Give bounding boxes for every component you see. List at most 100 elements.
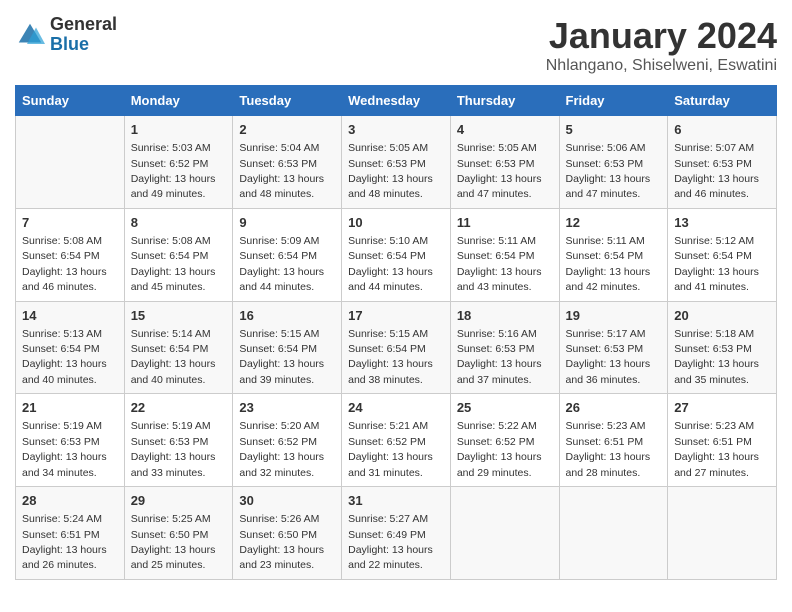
cell-detail: and 28 minutes. — [566, 467, 641, 479]
cell-detail: Daylight: 13 hours — [566, 358, 651, 370]
cell-detail: and 29 minutes. — [457, 467, 532, 479]
header-day-wednesday: Wednesday — [342, 86, 451, 116]
cell-detail: and 39 minutes. — [239, 374, 314, 386]
title-block: January 2024 Nhlangano, Shiselweni, Eswa… — [546, 15, 777, 75]
calendar-cell: 10Sunrise: 5:10 AMSunset: 6:54 PMDayligh… — [342, 208, 451, 301]
calendar-cell: 2 Sunrise: 5:04 AM Sunset: 6:53 PM Daylight… — [233, 116, 342, 209]
cell-detail: Daylight: 13 hours — [348, 266, 433, 278]
cell-detail: Sunset: 6:54 PM — [22, 250, 100, 262]
cell-detail: Sunset: 6:53 PM — [457, 158, 535, 170]
calendar-cell: 11Sunrise: 5:11 AMSunset: 6:54 PMDayligh… — [450, 208, 559, 301]
cell-detail: Sunset: 6:53 PM — [674, 158, 752, 170]
calendar-cell: 18Sunrise: 5:16 AMSunset: 6:53 PMDayligh… — [450, 301, 559, 394]
day-number: 28 — [22, 492, 118, 510]
cell-detail: Sunrise: 5:08 AM — [22, 235, 102, 247]
cell-detail: Sunrise: 5:22 AM — [457, 420, 537, 432]
cell-detail: Sunset: 6:53 PM — [239, 158, 317, 170]
cell-detail: Daylight: 13 hours — [457, 451, 542, 463]
calendar-cell: 31Sunrise: 5:27 AMSunset: 6:49 PMDayligh… — [342, 487, 451, 580]
calendar-cell: 9Sunrise: 5:09 AMSunset: 6:54 PMDaylight… — [233, 208, 342, 301]
calendar-cell: 27Sunrise: 5:23 AMSunset: 6:51 PMDayligh… — [668, 394, 777, 487]
day-number: 11 — [457, 214, 553, 232]
cell-detail: Sunset: 6:54 PM — [131, 250, 209, 262]
calendar-title: January 2024 — [546, 15, 777, 57]
header-day-sunday: Sunday — [16, 86, 125, 116]
calendar-cell: 30Sunrise: 5:26 AMSunset: 6:50 PMDayligh… — [233, 487, 342, 580]
calendar-header-row: SundayMondayTuesdayWednesdayThursdayFrid… — [16, 86, 777, 116]
cell-detail: and 27 minutes. — [674, 467, 749, 479]
cell-detail: Daylight: 13 hours — [131, 358, 216, 370]
cell-detail: Daylight: 13 hours — [22, 544, 107, 556]
cell-detail: Sunrise: 5:05 AM — [348, 142, 428, 154]
calendar-week-1: 1Sunrise: 5:03 AMSunset: 6:52 PMDaylight… — [16, 116, 777, 209]
day-number: 27 — [674, 399, 770, 417]
cell-detail: and 22 minutes. — [348, 559, 423, 571]
cell-detail: and 23 minutes. — [239, 559, 314, 571]
cell-detail: and 33 minutes. — [131, 467, 206, 479]
cell-detail: Sunrise: 5:10 AM — [348, 235, 428, 247]
cell-detail: Sunrise: 5:04 AM — [239, 142, 319, 154]
calendar-table: SundayMondayTuesdayWednesdayThursdayFrid… — [15, 85, 777, 580]
cell-detail: and 46 minutes. — [674, 188, 749, 200]
cell-detail: Daylight: 13 hours — [131, 266, 216, 278]
cell-detail: and 25 minutes. — [131, 559, 206, 571]
cell-detail: Sunset: 6:53 PM — [131, 436, 209, 448]
cell-detail: and 40 minutes. — [22, 374, 97, 386]
cell-detail: Sunset: 6:53 PM — [348, 158, 426, 170]
cell-detail: and 35 minutes. — [674, 374, 749, 386]
cell-detail: Daylight: 13 hours — [674, 266, 759, 278]
cell-detail: and 41 minutes. — [674, 281, 749, 293]
cell-detail: Sunset: 6:54 PM — [239, 250, 317, 262]
day-number: 2 — [239, 121, 335, 139]
cell-detail: and 48 minutes. — [348, 188, 423, 200]
cell-detail: Sunrise: 5:11 AM — [457, 235, 536, 247]
cell-detail: and 40 minutes. — [131, 374, 206, 386]
day-number: 31 — [348, 492, 444, 510]
day-number: 8 — [131, 214, 227, 232]
cell-detail: Sunrise: 5:15 AM — [239, 328, 319, 340]
logo: General Blue — [15, 15, 117, 55]
cell-detail: Sunset: 6:54 PM — [566, 250, 644, 262]
cell-detail: Sunrise: 5:19 AM — [131, 420, 211, 432]
cell-detail: Sunset: 6:52 PM — [457, 436, 535, 448]
cell-detail: and 43 minutes. — [457, 281, 532, 293]
day-number: 29 — [131, 492, 227, 510]
cell-detail: and 46 minutes. — [22, 281, 97, 293]
cell-detail: Daylight: 13 hours — [348, 544, 433, 556]
cell-detail: and 37 minutes. — [457, 374, 532, 386]
calendar-week-4: 21Sunrise: 5:19 AMSunset: 6:53 PMDayligh… — [16, 394, 777, 487]
cell-detail: Sunset: 6:54 PM — [131, 343, 209, 355]
day-number: 16 — [239, 307, 335, 325]
day-number: 17 — [348, 307, 444, 325]
cell-detail: Sunrise: 5:06 AM — [566, 142, 646, 154]
calendar-cell: 12Sunrise: 5:11 AMSunset: 6:54 PMDayligh… — [559, 208, 668, 301]
cell-detail: Sunrise: 5:07 AM — [674, 142, 754, 154]
cell-detail: Sunset: 6:54 PM — [457, 250, 535, 262]
cell-detail: Sunset: 6:49 PM — [348, 529, 426, 541]
calendar-cell: 26Sunrise: 5:23 AMSunset: 6:51 PMDayligh… — [559, 394, 668, 487]
day-number: 15 — [131, 307, 227, 325]
cell-detail: Sunset: 6:52 PM — [348, 436, 426, 448]
cell-detail: and 26 minutes. — [22, 559, 97, 571]
cell-detail: Sunset: 6:53 PM — [457, 343, 535, 355]
calendar-cell: 24Sunrise: 5:21 AMSunset: 6:52 PMDayligh… — [342, 394, 451, 487]
cell-detail: Sunrise: 5:19 AM — [22, 420, 102, 432]
cell-detail: Daylight: 13 hours — [239, 173, 324, 185]
cell-detail: Sunrise: 5:15 AM — [348, 328, 428, 340]
cell-detail: Daylight: 13 hours — [566, 266, 651, 278]
calendar-week-3: 14Sunrise: 5:13 AMSunset: 6:54 PMDayligh… — [16, 301, 777, 394]
cell-detail: Sunset: 6:53 PM — [566, 343, 644, 355]
calendar-cell: 23Sunrise: 5:20 AMSunset: 6:52 PMDayligh… — [233, 394, 342, 487]
calendar-cell — [450, 487, 559, 580]
cell-detail: Sunset: 6:51 PM — [22, 529, 100, 541]
day-number: 4 — [457, 121, 553, 139]
cell-detail: Sunset: 6:51 PM — [674, 436, 752, 448]
cell-detail: Sunrise: 5:12 AM — [674, 235, 754, 247]
cell-detail: Sunset: 6:54 PM — [348, 250, 426, 262]
cell-detail: Sunrise: 5:09 AM — [239, 235, 319, 247]
day-number: 24 — [348, 399, 444, 417]
calendar-cell: 21Sunrise: 5:19 AMSunset: 6:53 PMDayligh… — [16, 394, 125, 487]
cell-detail: Sunrise: 5:17 AM — [566, 328, 646, 340]
day-number: 14 — [22, 307, 118, 325]
calendar-cell — [559, 487, 668, 580]
